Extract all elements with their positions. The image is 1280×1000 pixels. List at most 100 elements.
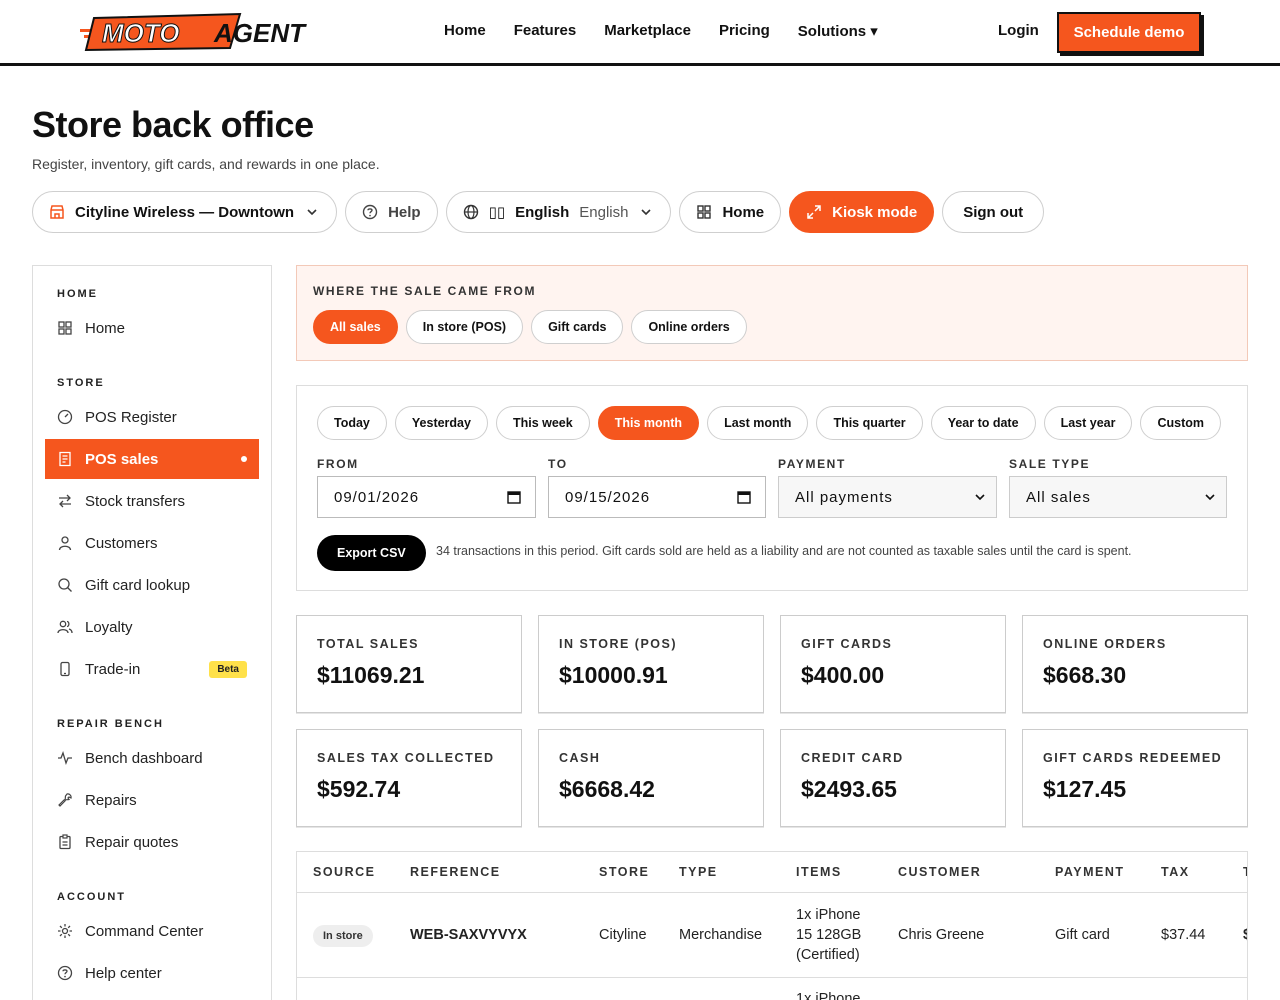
stat-label: TOTAL SALES <box>317 637 419 651</box>
login-link[interactable]: Login <box>998 22 1039 39</box>
motoagent-logo[interactable]: MOTO AGENT <box>80 12 325 52</box>
sidebar-item-home[interactable]: Home <box>45 308 259 348</box>
period-custom[interactable]: Custom <box>1140 406 1221 440</box>
sale-source-panel: WHERE THE SALE CAME FROM All sales In st… <box>296 265 1248 361</box>
column-header-type: TYPE <box>679 865 718 879</box>
schedule-demo-button[interactable]: Schedule demo <box>1057 12 1201 53</box>
home-label: Home <box>722 203 765 221</box>
grid-icon <box>58 321 72 335</box>
nav-marketplace[interactable]: Marketplace <box>604 22 691 40</box>
sign-out-button[interactable]: Sign out <box>942 191 1045 233</box>
help-button[interactable]: Help <box>345 191 438 233</box>
activity-icon <box>58 751 72 765</box>
language-secondary: English <box>579 203 629 221</box>
phone-icon <box>60 661 70 677</box>
stat-value: $400.00 <box>801 662 885 688</box>
calendar-icon[interactable] <box>507 490 521 504</box>
sidebar-item-label: Home <box>85 319 126 337</box>
nav-features[interactable]: Features <box>514 22 577 40</box>
store-cell: Cityline <box>599 927 647 943</box>
sale-source-chips: All sales In store (POS) Gift cards Onli… <box>313 310 747 344</box>
period-this-quarter[interactable]: This quarter <box>816 406 923 440</box>
type-cell: Merchandise <box>679 927 763 943</box>
stat-value: $11069.21 <box>317 662 425 688</box>
stat-label: IN STORE (POS) <box>559 637 678 651</box>
transactions-note: 34 transactions in this period. Gift car… <box>436 544 1132 558</box>
row-divider <box>297 977 1247 978</box>
store-name: Cityline Wireless — Downtown <box>75 203 295 221</box>
clipboard-icon <box>59 834 71 850</box>
sidebar-item-stock-transfers[interactable]: Stock transfers <box>45 481 259 521</box>
period-this-month[interactable]: This month <box>597 406 700 440</box>
sidebar-item-label: Bench dashboard <box>85 749 203 767</box>
from-date-input[interactable]: 09/01/2026 <box>317 476 536 518</box>
period-yesterday[interactable]: Yesterday <box>394 406 488 440</box>
language-selector[interactable]: ▯▯ English English <box>445 191 672 233</box>
sidebar-item-gift-card-lookup[interactable]: Gift card lookup <box>45 565 259 605</box>
globe-icon <box>463 204 478 220</box>
period-today[interactable]: Today <box>317 406 387 440</box>
stat-label: GIFT CARDS <box>801 637 893 651</box>
store-selector[interactable]: Cityline Wireless — Downtown <box>32 191 338 233</box>
nav-home[interactable]: Home <box>444 22 486 40</box>
payment-value: All payments <box>795 488 893 506</box>
stat-label: SALES TAX COLLECTED <box>317 751 495 765</box>
stat-value: $10000.91 <box>559 662 668 688</box>
to-date-input[interactable]: 09/15/2026 <box>548 476 766 518</box>
sidebar-item-trade-in[interactable]: Trade-in Beta <box>45 649 259 689</box>
period-year-to-date[interactable]: Year to date <box>930 406 1036 440</box>
stat-value: $127.45 <box>1043 776 1127 802</box>
period-last-month[interactable]: Last month <box>707 406 809 440</box>
nav-links: Home Features Marketplace Pricing Soluti… <box>444 22 878 40</box>
nav-solutions[interactable]: Solutions ▾ <box>798 22 878 40</box>
stat-card-total-sales: TOTAL SALES $11069.21 <box>296 615 522 713</box>
payment-select[interactable]: All payments <box>778 476 997 518</box>
export-csv-button[interactable]: Export CSV <box>317 535 426 571</box>
sidebar-item-repair-quotes[interactable]: Repair quotes <box>45 822 259 862</box>
sale-type-label: SALE TYPE <box>1009 457 1091 471</box>
sidebar-item-repairs[interactable]: Repairs <box>45 780 259 820</box>
store-icon <box>50 205 64 219</box>
sale-type-value: All sales <box>1026 488 1091 506</box>
sidebar-item-pos-register[interactable]: POS Register <box>45 397 259 437</box>
sidebar-item-command-center[interactable]: Command Center <box>45 911 259 951</box>
receipt-icon <box>59 451 71 467</box>
help-icon <box>57 965 73 981</box>
nav-pricing[interactable]: Pricing <box>719 22 770 40</box>
home-button[interactable]: Home <box>679 191 782 233</box>
total-cell: $ <box>1243 925 1247 945</box>
header-divider <box>297 892 1247 893</box>
calendar-icon[interactable] <box>737 490 751 504</box>
stat-card-in-store: IN STORE (POS) $10000.91 <box>538 615 764 713</box>
sidebar-item-customers[interactable]: Customers <box>45 523 259 563</box>
transfer-icon <box>59 494 71 508</box>
period-chips: Today Yesterday This week This month Las… <box>317 406 1221 440</box>
user-icon <box>58 536 72 551</box>
toolbar: Cityline Wireless — Downtown Help ▯▯ Eng… <box>32 191 1045 233</box>
sidebar-item-help-center[interactable]: Help center <box>45 953 259 993</box>
chip-in-store[interactable]: In store (POS) <box>405 310 524 344</box>
beta-badge: Beta <box>209 660 247 678</box>
sidebar-item-bench-dashboard[interactable]: Bench dashboard <box>45 738 259 778</box>
period-this-week[interactable]: This week <box>495 406 590 440</box>
gear-icon <box>58 924 72 938</box>
stat-card-gift-cards-redeemed: GIFT CARDS REDEEMED $127.45 <box>1022 729 1248 827</box>
sale-type-select[interactable]: All sales <box>1009 476 1227 518</box>
stat-card-cash: CASH $6668.42 <box>538 729 764 827</box>
sidebar-item-pos-sales[interactable]: POS sales <box>45 439 259 479</box>
period-last-year[interactable]: Last year <box>1043 406 1133 440</box>
payment-label: PAYMENT <box>778 457 846 471</box>
from-date-value: 09/01/2026 <box>334 488 420 506</box>
sale-source-label: WHERE THE SALE CAME FROM <box>313 284 537 298</box>
users-icon <box>57 620 73 634</box>
chip-online-orders[interactable]: Online orders <box>631 310 747 344</box>
grid-icon <box>697 205 712 219</box>
column-header-customer: CUSTOMER <box>898 865 982 879</box>
kiosk-mode-button[interactable]: Kiosk mode <box>789 191 935 233</box>
chip-gift-cards[interactable]: Gift cards <box>531 310 624 344</box>
sidebar-item-loyalty[interactable]: Loyalty <box>45 607 259 647</box>
chevron-down-icon <box>1205 494 1215 501</box>
next-row-items-cell: 1x iPhone <box>796 991 861 1000</box>
chip-all-sales[interactable]: All sales <box>313 310 398 344</box>
chevron-down-icon <box>641 209 652 216</box>
